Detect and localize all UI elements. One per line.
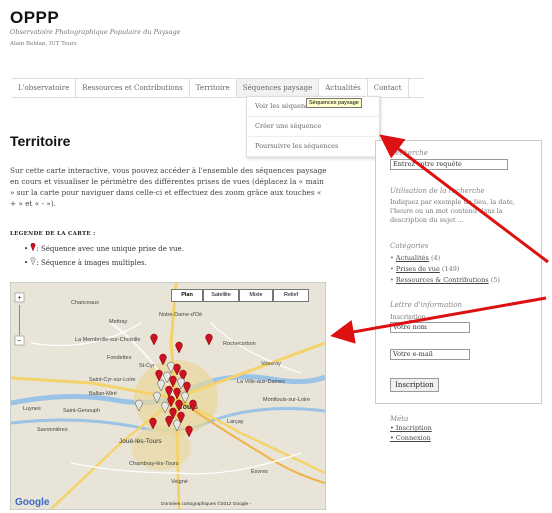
zoom-in-label: + [18, 295, 22, 302]
nav-item-actualites[interactable]: Actualités [319, 79, 368, 97]
map-place: Savonnières [37, 427, 68, 433]
map-place: Luynes [23, 406, 41, 412]
nav-item-territoire[interactable]: Territoire [190, 79, 237, 97]
map-place: Chambray-lès-Tours [129, 461, 179, 467]
newsletter-label: Inscription [390, 313, 426, 321]
name-input[interactable]: Votre nom [390, 322, 470, 333]
category-count: (5) [490, 276, 500, 284]
map-place: Esvres [251, 469, 268, 475]
meta-link-inscription[interactable]: Inscription [396, 424, 432, 432]
interactive-map[interactable]: Chanceaux Notre-Dame-d'Oé Mettray La Mem… [10, 282, 326, 510]
map-place: La Ville-aux-Dames [237, 379, 285, 385]
intro-text: Sur cette carte interactive, vous pouvez… [10, 166, 327, 208]
site-author: Alain Beblan, IUT Tours [10, 41, 77, 47]
dropdown-item-poursuivre[interactable]: Poursuivre les séquences [247, 137, 379, 157]
meta-heading: Méta [390, 415, 409, 423]
legend-title: LEGENDE DE LA CARTE : [10, 231, 96, 237]
category-item: • Actualités (4) [390, 254, 441, 262]
search-input[interactable]: Entrez votre requête [390, 159, 508, 170]
newsletter-heading: Lettre d'information [390, 301, 463, 309]
dropdown-item-creer[interactable]: Créer une séquence [247, 117, 379, 137]
map-type-plan[interactable]: Plan [171, 289, 203, 302]
map-place: Saint-Genouph [63, 408, 100, 414]
nav-item-sequences[interactable]: Séquences paysage [236, 79, 320, 97]
main-nav: L'observatoire Ressources et Contributio… [12, 78, 424, 98]
map-place: Montlouis-sur-Loire [263, 397, 310, 403]
category-item: • Ressources & Contributions (5) [390, 276, 500, 284]
map-place: La Membrolle-sur-Choisille [75, 337, 140, 343]
zoom-out-label: − [17, 338, 21, 345]
map-place: Mettray [109, 319, 128, 325]
subscribe-button[interactable]: Inscription [390, 378, 439, 392]
map-place: Ballan-Miré [89, 391, 117, 397]
nav-item-contact[interactable]: Contact [368, 79, 409, 97]
category-link-ressources[interactable]: Ressources & Contributions [396, 276, 489, 284]
legend-item-multiple: • : Séquence à images multiples. [24, 257, 147, 267]
map-place: Fondettes [107, 355, 132, 361]
category-item: • Prises de vue (149) [390, 265, 460, 273]
map-type-satellite[interactable]: Satellite [203, 289, 239, 302]
usage-text: Indiquez par exemple un lieu, la date, l… [390, 198, 515, 224]
nav-item-observatoire[interactable]: L'observatoire [12, 79, 77, 97]
category-link-actualites[interactable]: Actualités [396, 254, 429, 262]
map-type-relief[interactable]: Relief [273, 289, 309, 302]
site-title[interactable]: OPPP [10, 8, 59, 28]
meta-item-connexion: • Connexion [390, 434, 431, 442]
map-place: Vouvray [261, 361, 281, 367]
map-place: Rochecorbon [223, 341, 256, 347]
meta-link-connexion[interactable]: Connexion [396, 434, 431, 442]
map-place: Notre-Dame-d'Oé [159, 312, 202, 318]
map-attribution: Données cartographiques ©2012 Google - [161, 500, 252, 507]
sidebar: Recherche Entrez votre requête Utilisati… [375, 140, 542, 404]
meta-section: Méta • Inscription • Connexion [390, 415, 432, 443]
map-place: Chanceaux [71, 300, 99, 306]
search-heading: Recherche [390, 149, 428, 157]
map-place: Larçay [227, 419, 244, 425]
email-input[interactable]: Votre e-mail [390, 349, 470, 360]
category-count: (4) [430, 254, 441, 262]
tooltip: Séquences paysage [306, 98, 362, 108]
legend-label-single: : Séquence avec une unique prise de vue. [36, 245, 184, 253]
map-place: Joué-lès-Tours [119, 438, 162, 445]
google-logo: Google [15, 497, 50, 508]
category-link-prises[interactable]: Prises de vue [396, 265, 440, 273]
legend-item-single: • : Séquence avec une unique prise de vu… [24, 243, 184, 253]
meta-item-inscription: • Inscription [390, 424, 432, 432]
page-title: Territoire [10, 133, 71, 149]
categories-heading: Catégories [390, 242, 429, 250]
usage-heading: Utilisation de la recherche [390, 187, 485, 195]
map-place: Veigné [171, 479, 188, 485]
legend-label-multiple: : Séquence à images multiples. [36, 259, 147, 267]
map-type-mixte[interactable]: Mixte [239, 289, 273, 302]
map-place: St-Cyr [139, 363, 155, 369]
map-canvas[interactable]: Chanceaux Notre-Dame-d'Oé Mettray La Mem… [11, 283, 325, 509]
map-place: Saint-Cyr-sur-Loire [89, 377, 135, 383]
site-description: Observatoire Photographique Populaire du… [10, 28, 181, 36]
category-count: (149) [441, 265, 460, 273]
nav-item-ressources[interactable]: Ressources et Contributions [76, 79, 190, 97]
